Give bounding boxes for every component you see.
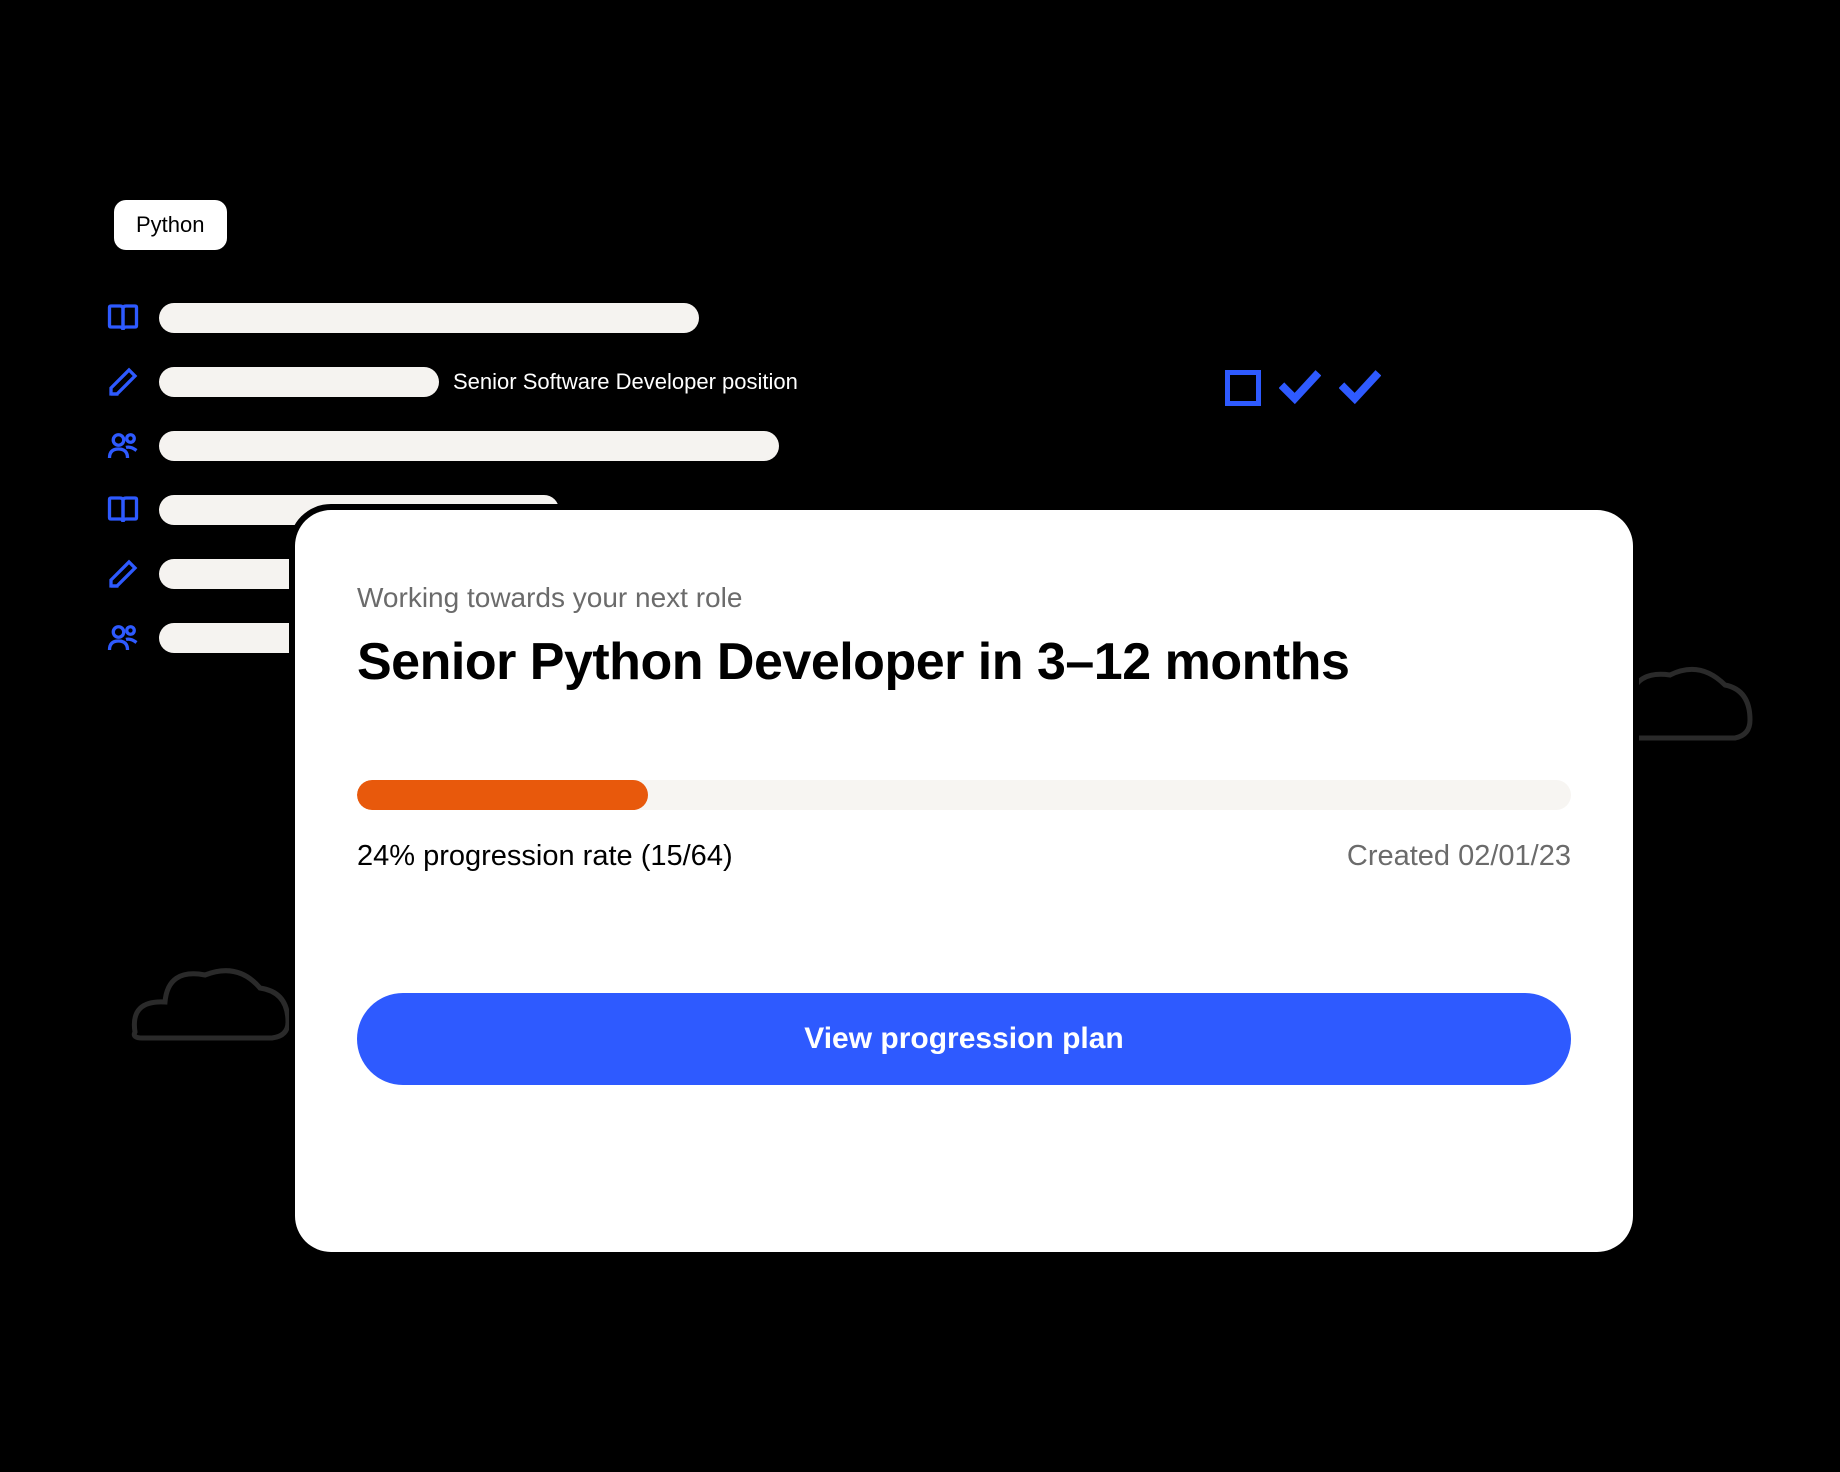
view-progression-button[interactable]: View progression plan: [357, 993, 1571, 1085]
pencil-icon: [105, 556, 141, 592]
people-icon: [105, 428, 141, 464]
progress-fill: [357, 780, 648, 810]
card-subtitle: Working towards your next role: [357, 582, 1571, 614]
progression-card: Working towards your next role Senior Py…: [295, 510, 1633, 1252]
task-row: Senior Software Developer position: [105, 364, 798, 400]
people-icon: [105, 620, 141, 656]
task-text: Senior Software Developer position: [453, 369, 798, 395]
progress-bar: [357, 780, 1571, 810]
progress-text: 24% progression rate (15/64): [357, 840, 733, 873]
task-bar-placeholder: [159, 303, 699, 333]
task-row: [105, 428, 798, 464]
task-bar-placeholder: [159, 367, 439, 397]
created-date: Created 02/01/23: [1347, 840, 1571, 873]
task-bar-placeholder: [159, 431, 779, 461]
book-icon: [105, 300, 141, 336]
checkbox-unchecked[interactable]: [1225, 370, 1261, 406]
skill-tag[interactable]: Python: [114, 200, 227, 250]
checkbox-checked-icon[interactable]: [1279, 370, 1321, 406]
task-row: [105, 300, 798, 336]
checkbox-checked-icon[interactable]: [1339, 370, 1381, 406]
progress-info-row: 24% progression rate (15/64) Created 02/…: [357, 840, 1571, 873]
book-icon: [105, 492, 141, 528]
checkbox-group: [1225, 370, 1381, 406]
pencil-icon: [105, 364, 141, 400]
cloud-decoration-left: [110, 940, 300, 1050]
card-title: Senior Python Developer in 3–12 months: [357, 632, 1571, 692]
